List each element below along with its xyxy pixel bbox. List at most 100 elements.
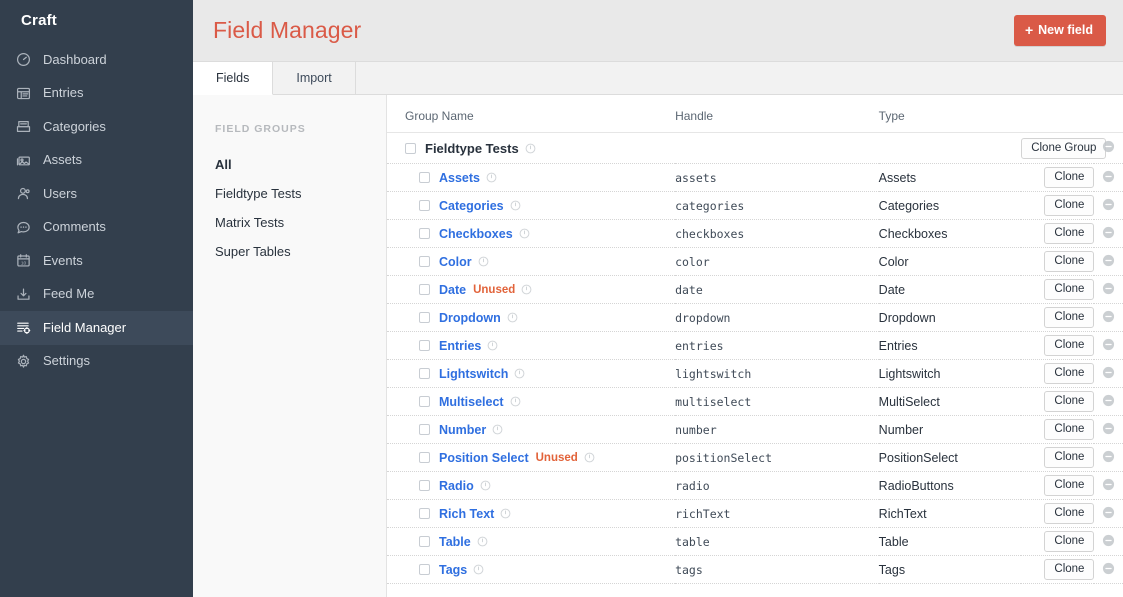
row-select-checkbox[interactable] [419, 256, 430, 267]
field-name-link[interactable]: Tags [439, 563, 467, 577]
delete-icon[interactable] [1102, 198, 1115, 214]
delete-icon[interactable] [1102, 394, 1115, 410]
field-name-link[interactable]: Entries [439, 339, 481, 353]
field-group-item-all[interactable]: All [215, 150, 386, 179]
info-icon[interactable] [480, 480, 491, 491]
delete-icon[interactable] [1102, 170, 1115, 186]
sidebar-item-feed-me[interactable]: Feed Me [0, 278, 193, 312]
new-field-button[interactable]: + New field [1013, 15, 1106, 46]
clone-button[interactable]: Clone [1044, 251, 1095, 272]
clone-button[interactable]: Clone [1044, 503, 1095, 524]
field-name-link[interactable]: Categories [439, 199, 504, 213]
delete-icon[interactable] [1102, 226, 1115, 242]
delete-icon[interactable] [1102, 282, 1115, 298]
field-type: Table [878, 534, 909, 549]
field-name-link[interactable]: Dropdown [439, 311, 501, 325]
sidebar-item-settings[interactable]: Settings [0, 345, 193, 379]
info-icon[interactable] [514, 368, 525, 379]
field-name-link[interactable]: Table [439, 535, 471, 549]
row-select-checkbox[interactable] [419, 536, 430, 547]
row-select-checkbox[interactable] [419, 368, 430, 379]
info-icon[interactable] [500, 508, 511, 519]
info-icon[interactable] [477, 536, 488, 547]
info-icon[interactable] [584, 452, 595, 463]
delete-icon[interactable] [1102, 254, 1115, 270]
field-name-link[interactable]: Date [439, 283, 466, 297]
delete-icon[interactable] [1102, 422, 1115, 438]
info-icon[interactable] [510, 200, 521, 211]
clone-button[interactable]: Clone [1044, 167, 1095, 188]
info-icon[interactable] [507, 312, 518, 323]
sidebar-item-field-manager[interactable]: Field Manager [0, 311, 193, 345]
row-select-checkbox[interactable] [419, 480, 430, 491]
field-name-link[interactable]: Rich Text [439, 507, 494, 521]
sidebar-item-comments[interactable]: Comments [0, 211, 193, 245]
brand-logo: Craft [21, 12, 58, 29]
delete-icon[interactable] [1102, 562, 1115, 578]
clone-button[interactable]: Clone [1044, 391, 1095, 412]
info-icon[interactable] [510, 396, 521, 407]
row-select-checkbox[interactable] [419, 284, 430, 295]
info-icon[interactable] [492, 424, 503, 435]
sidebar-item-users[interactable]: Users [0, 177, 193, 211]
delete-icon[interactable] [1102, 366, 1115, 382]
row-select-checkbox[interactable] [419, 172, 430, 183]
delete-icon[interactable] [1102, 506, 1115, 522]
row-select-checkbox[interactable] [419, 312, 430, 323]
sidebar-item-categories[interactable]: Categories [0, 110, 193, 144]
delete-icon[interactable] [1102, 140, 1115, 156]
field-name-link[interactable]: Checkboxes [439, 227, 513, 241]
field-name-link[interactable]: Color [439, 255, 472, 269]
info-icon[interactable] [478, 256, 489, 267]
clone-button[interactable]: Clone [1044, 335, 1095, 356]
field-name-link[interactable]: Number [439, 423, 486, 437]
clone-button[interactable]: Clone [1044, 475, 1095, 496]
info-icon[interactable] [487, 340, 498, 351]
clone-button[interactable]: Clone [1044, 531, 1095, 552]
field-name-link[interactable]: Position Select [439, 451, 529, 465]
delete-icon[interactable] [1102, 338, 1115, 354]
field-group-item-matrix-tests[interactable]: Matrix Tests [215, 208, 386, 237]
sidebar-item-entries[interactable]: Entries [0, 77, 193, 111]
field-name-link[interactable]: Radio [439, 479, 474, 493]
delete-icon[interactable] [1102, 450, 1115, 466]
row-select-checkbox[interactable] [419, 564, 430, 575]
tab-fields[interactable]: Fields [193, 62, 274, 95]
row-select-checkbox[interactable] [419, 200, 430, 211]
delete-icon[interactable] [1102, 478, 1115, 494]
info-icon[interactable] [486, 172, 497, 183]
sidebar-item-assets[interactable]: Assets [0, 144, 193, 178]
group-select-checkbox[interactable] [405, 142, 416, 154]
field-name-link[interactable]: Assets [439, 171, 480, 185]
row-select-checkbox[interactable] [419, 452, 430, 463]
tab-import[interactable]: Import [273, 62, 356, 94]
clone-button[interactable]: Clone [1044, 279, 1095, 300]
info-icon[interactable] [473, 564, 484, 575]
clone-button[interactable]: Clone [1044, 419, 1095, 440]
delete-icon[interactable] [1102, 534, 1115, 550]
info-icon[interactable] [525, 143, 536, 154]
clone-button[interactable]: Clone [1044, 307, 1095, 328]
field-group-item-fieldtype-tests[interactable]: Fieldtype Tests [215, 179, 386, 208]
table-row: Color color Color Clone [387, 247, 1123, 276]
row-select-checkbox[interactable] [419, 424, 430, 435]
clone-group-button[interactable]: Clone Group [1021, 137, 1107, 159]
clone-button[interactable]: Clone [1044, 363, 1095, 384]
row-select-checkbox[interactable] [419, 340, 430, 351]
field-name-link[interactable]: Lightswitch [439, 367, 508, 381]
sidebar-item-dashboard[interactable]: Dashboard [0, 43, 193, 77]
clone-button[interactable]: Clone [1044, 447, 1095, 468]
info-icon[interactable] [519, 228, 530, 239]
info-icon[interactable] [521, 284, 532, 295]
row-select-checkbox[interactable] [419, 508, 430, 519]
sidebar-item-events[interactable]: 10 Events [0, 244, 193, 278]
row-select-checkbox[interactable] [419, 396, 430, 407]
clone-button[interactable]: Clone [1044, 559, 1095, 580]
field-handle-cell: date [675, 275, 879, 304]
field-group-item-super-tables[interactable]: Super Tables [215, 237, 386, 266]
row-select-checkbox[interactable] [419, 228, 430, 239]
clone-button[interactable]: Clone [1044, 195, 1095, 216]
clone-button[interactable]: Clone [1044, 223, 1095, 244]
field-name-link[interactable]: Multiselect [439, 395, 504, 409]
delete-icon[interactable] [1102, 310, 1115, 326]
